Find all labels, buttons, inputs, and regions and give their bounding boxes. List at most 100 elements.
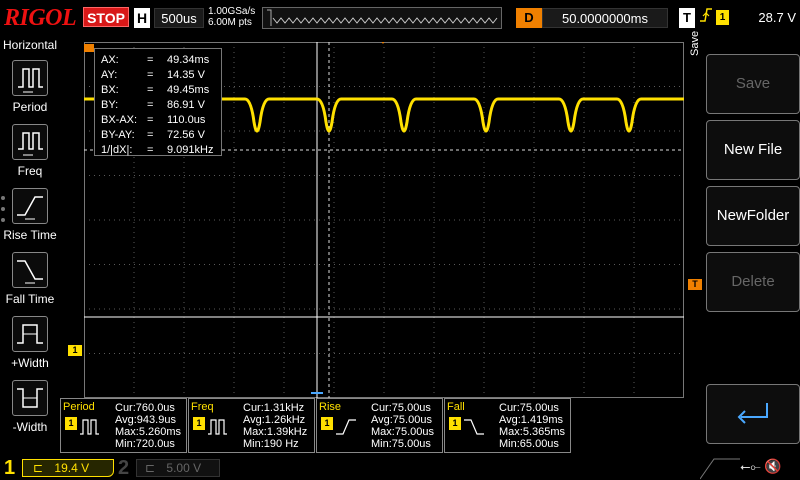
cursor-value: 9.091kHz [167,144,214,156]
measure-menu: Horizontal Period Freq Rise Time Fall Ti… [0,36,60,454]
cursor-readout-row: BX-AX: = 110.0us [101,113,221,128]
trigger-level[interactable]: 28.7 V [736,8,796,28]
menu-item-positive-width[interactable]: +Width [0,312,60,376]
measurement-average: Avg:1.419ms [499,414,564,426]
timebase-value[interactable]: 500us [154,8,204,28]
return-arrow-icon [737,403,768,424]
fall-time-icon [464,419,484,435]
memory-overview[interactable] [262,7,502,29]
measurement-min: Min:65.00us [499,438,559,450]
cursor-key: BX-AX: [101,114,138,126]
cursor-equals: = [147,114,154,126]
cursor-readout-row: AY: = 14.35 V [101,68,221,83]
measurement-fall[interactable]: Fall 1 Cur:75.00us Avg:1.419ms Max:5.365ms Mi… [444,398,571,453]
cursor-readout-row: 1/|dX|: = 9.091kHz [101,143,221,158]
measurement-current: Cur:760.0us [115,402,175,414]
measurement-min: Min:75.00us [371,438,431,450]
measurement-max: Max:5.365ms [499,426,566,438]
cursor-readout-row: BX: = 49.45ms [101,83,221,98]
measurement-min: Min:190 Hz [243,438,299,450]
measurement-current: Cur:75.00us [499,402,559,414]
menu-item-rise-time[interactable]: Rise Time [0,184,60,248]
measurement-name: Fall [447,401,465,413]
measurement-min: Min:720.0us [115,438,175,450]
cursor-equals: = [147,99,154,111]
measurement-name: Period [63,401,95,413]
menu-label-negative-width: -Width [12,420,48,434]
cursor-readout-row: BY-AY: = 72.56 V [101,128,221,143]
save-menu-tab: Save [684,31,706,102]
save-button[interactable]: Save [706,54,800,114]
corner-decoration [700,458,740,480]
rising-edge-icon [699,6,713,28]
negative-width-icon [12,380,48,416]
new-file-button[interactable]: New File [706,120,800,180]
channel-2-coupling-icon: ⊏ [145,461,156,475]
measurement-rise[interactable]: Rise 1 Cur:75.00us Avg:75.00us Max:75.00us Mi… [316,398,443,453]
measurement-average: Avg:75.00us [371,414,432,426]
delete-button[interactable]: Delete [706,252,800,312]
cursor-value: 72.56 V [167,129,205,141]
cursor-value: 14.35 V [167,69,205,81]
save-menu-title: Save [689,30,701,56]
cursor-readout-row: BY: = 86.91 V [101,98,221,113]
timebase-label: H [134,8,150,28]
return-button[interactable] [706,384,800,444]
cursor-readout: AX: = 49.34ms AY: = 14.35 V BX: = 49.45ms BY: = 86.… [94,48,222,156]
measurement-freq[interactable]: Freq 1 Cur:1.31kHz Avg:1.26kHz Max:1.39kHz Mi… [188,398,315,453]
menu-item-period[interactable]: Period [0,56,60,120]
new-folder-button[interactable]: NewFolder [706,186,800,246]
channel-2-scale-box[interactable]: ⊏ 5.00 V [136,459,220,477]
cursor-key: BY-AY: [101,129,135,141]
measurement-average: Avg:1.26kHz [243,414,306,426]
cursor-key: AY: [101,69,118,81]
run-stop-indicator[interactable]: STOP [83,7,129,27]
measurement-period[interactable]: Period 1 Cur:760.0us Avg:943.9us Max:5.260ms… [60,398,187,453]
cursor-equals: = [147,129,154,141]
measurement-source-badge: 1 [193,417,205,430]
measurement-average: Avg:943.9us [115,414,176,426]
cursor-key: BX: [101,84,119,96]
trigger-level-marker[interactable]: T [688,279,702,290]
positive-width-icon [12,316,48,352]
measurement-source-badge: 1 [321,417,333,430]
channel-2-number[interactable]: 2 [118,457,129,480]
channel-status-bar: 1 ⊏ 19.4 V 2 ⊏ 5.00 V ⭠⟜ 🔇 [0,455,800,480]
channel-1-scale-box[interactable]: ⊏ 19.4 V [22,459,114,477]
brand-logo: RIGOL [4,5,77,31]
cursor-value: 110.0us [167,114,206,126]
time-origin-marker [84,44,94,52]
rise-time-icon [12,188,48,224]
cursor-value: 86.91 V [167,99,205,111]
trigger-label: T [679,8,695,28]
sample-rate: 1.00GSa/s [208,6,256,17]
cursor-equals: = [147,54,154,66]
measurement-current: Cur:1.31kHz [243,402,305,414]
cursor-value: 49.34ms [167,54,210,66]
measurement-current: Cur:75.00us [371,402,431,414]
menu-item-freq[interactable]: Freq [0,120,60,184]
save-softkey-menu: Save New File NewFolder Delete [706,38,800,454]
memory-overview-wave [267,9,498,26]
cursor-key: BY: [101,99,119,111]
usb-icon: ⭠⟜ [740,459,761,474]
menu-item-fall-time[interactable]: Fall Time [0,248,60,312]
menu-label-positive-width: +Width [11,356,49,370]
memory-depth: 6.00M pts [208,17,252,28]
channel-1-scale: 19.4 V [54,461,90,475]
delay-label: D [516,8,542,28]
channel-1-ground-marker[interactable]: 1 [68,345,82,356]
trigger-source-badge: 1 [716,10,729,25]
menu-item-negative-width[interactable]: -Width [0,376,60,440]
cursor-equals: = [147,144,154,156]
rise-time-icon [336,419,356,435]
speaker-muted-icon[interactable]: 🔇 [764,458,781,475]
channel-1-number[interactable]: 1 [4,457,15,480]
menu-label-rise-time: Rise Time [3,228,57,242]
measurement-max: Max:1.39kHz [243,426,308,438]
measure-menu-title: Horizontal [2,38,58,52]
frequency-icon [12,124,48,160]
period-icon [80,419,99,435]
delay-value[interactable]: 50.0000000ms [542,8,668,28]
top-status-bar: RIGOL STOP H 500us 1.00GSa/s 6.00M pts D… [0,0,800,36]
